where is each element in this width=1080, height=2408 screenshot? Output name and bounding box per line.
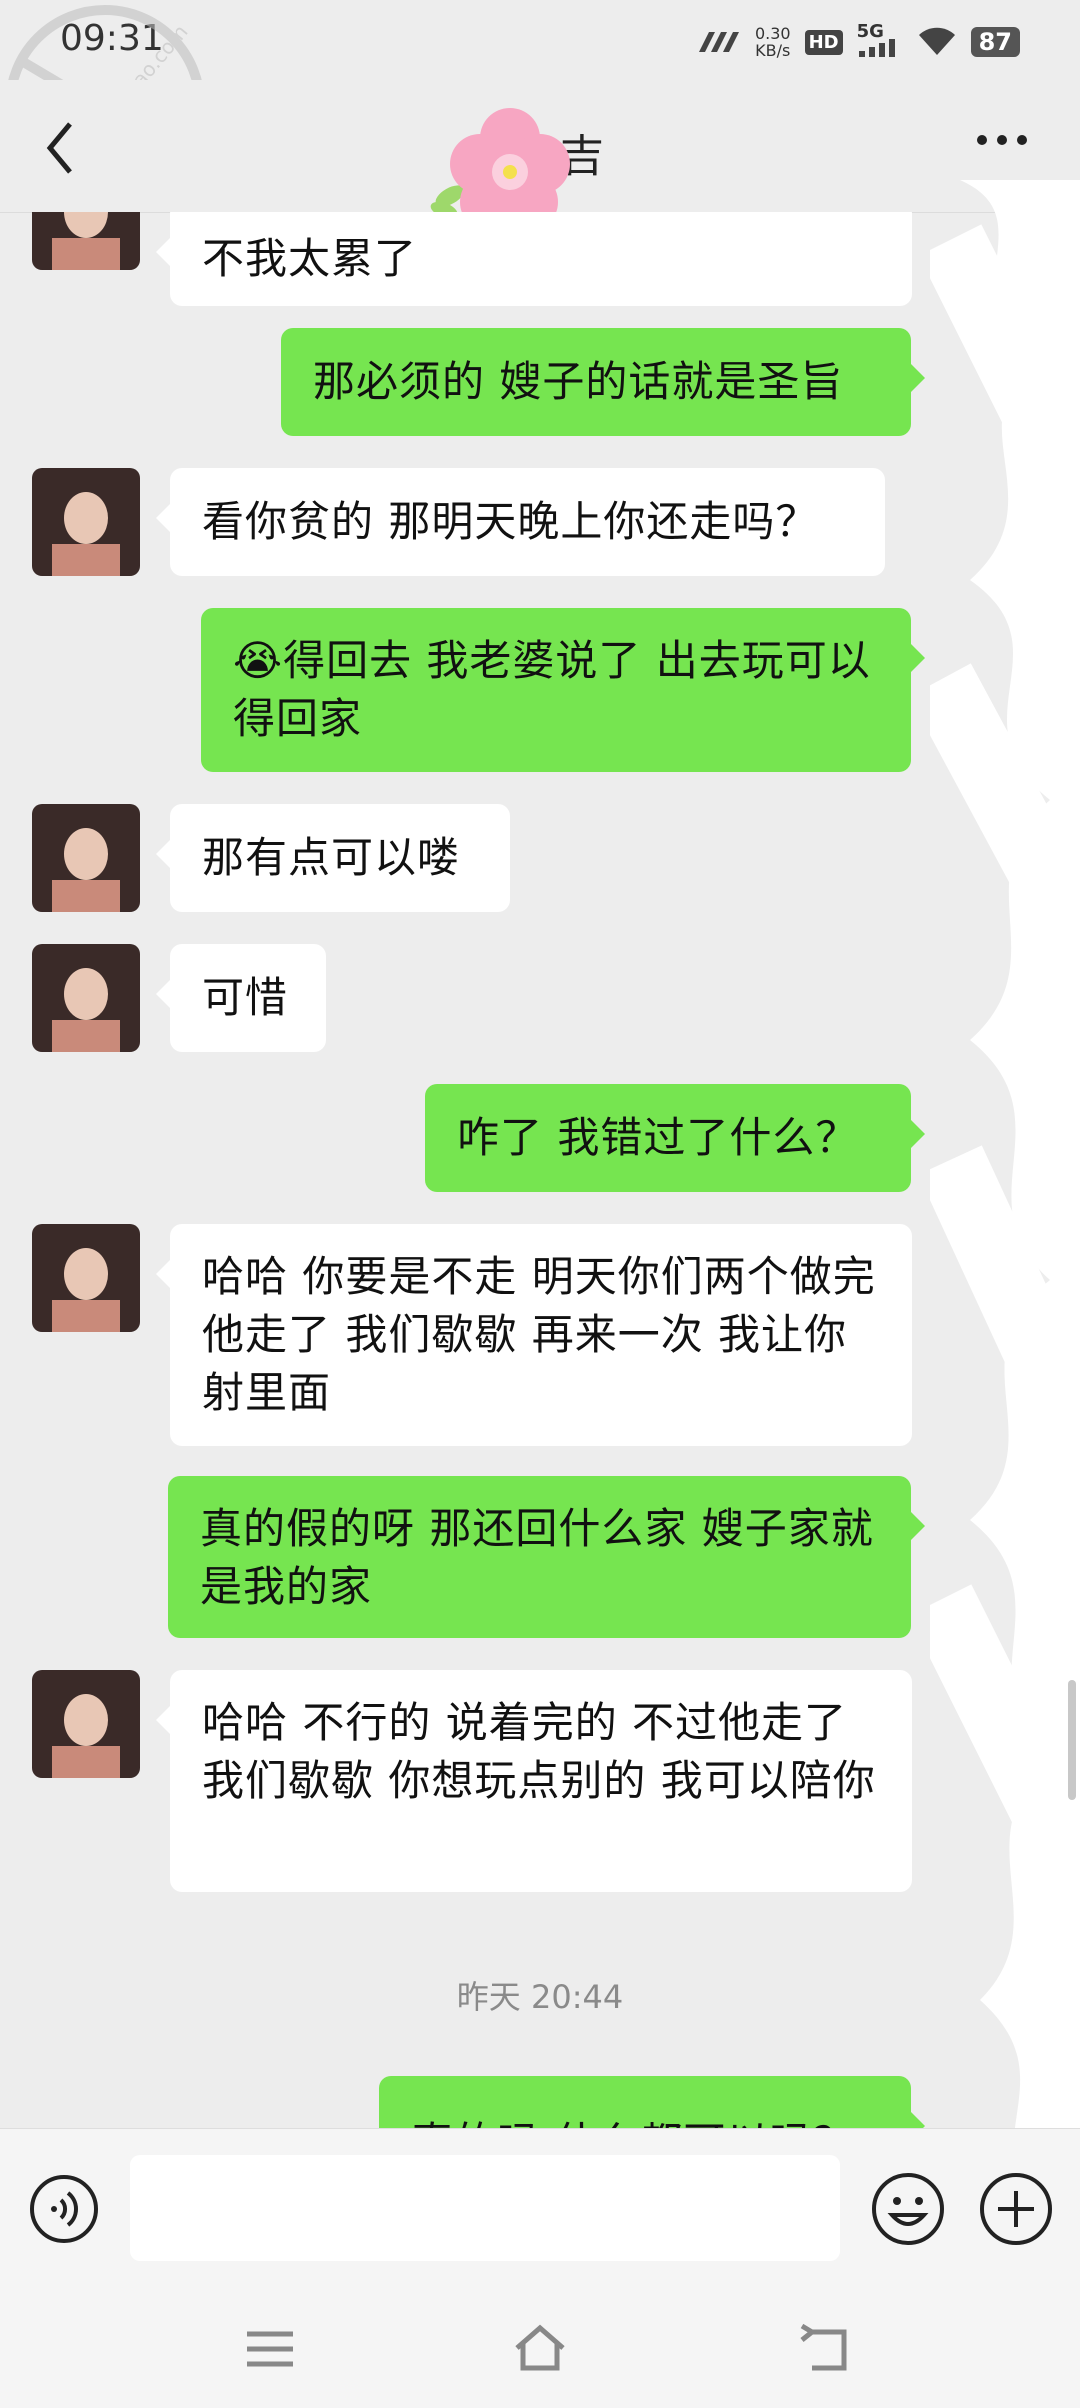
- hd-badge: HD: [804, 29, 843, 55]
- message-bubble-incoming[interactable]: 不我太累了: [156, 212, 912, 306]
- message-bubble-outgoing[interactable]: 那必须的 嫂子的话就是圣旨: [281, 328, 925, 436]
- message-text: 真的假的呀 那还回什么家 嫂子家就是我的家: [200, 1504, 874, 1611]
- message-text: 那必须的 嫂子的话就是圣旨: [313, 357, 844, 406]
- cell-signal-icon: [858, 39, 895, 57]
- contact-avatar[interactable]: [32, 468, 140, 576]
- system-nav-bar: [0, 2288, 1080, 2408]
- contact-avatar[interactable]: [32, 804, 140, 912]
- message-input[interactable]: [130, 2155, 840, 2261]
- plus-icon[interactable]: [978, 2171, 1054, 2247]
- message-bubble-outgoing[interactable]: 咋了 我错过了什么？: [425, 1084, 925, 1192]
- message-bubble-incoming[interactable]: 那有点可以喽: [156, 804, 510, 912]
- scrollbar-thumb[interactable]: [1068, 1680, 1076, 1800]
- privacy-scribble: [930, 180, 1080, 2220]
- home-icon[interactable]: [513, 2322, 567, 2376]
- message-text: 不我太累了: [202, 234, 418, 283]
- message-bubble-outgoing[interactable]: 真的假的呀 那还回什么家 嫂子家就是我的家: [168, 1476, 925, 1638]
- input-bar: [0, 2128, 1080, 2289]
- menu-icon[interactable]: [243, 2322, 297, 2376]
- voice-icon[interactable]: [28, 2173, 100, 2245]
- battery-level: 87: [970, 27, 1020, 57]
- message-text: 咋了 我错过了什么？: [457, 1113, 859, 1162]
- message-text: 哈哈 你要是不走 明天你们两个做完 他走了 我们歇歇 再来一次 我让你射里面: [202, 1252, 876, 1417]
- message-bubble-incoming[interactable]: 可惜: [156, 944, 326, 1052]
- message-bubble-incoming[interactable]: 看你贫的 那明天晚上你还走吗？: [156, 468, 885, 576]
- contact-avatar[interactable]: [32, 1670, 140, 1778]
- message-text: 真的吗 什么都可以吗？: [411, 2118, 855, 2128]
- net-speed-value: 0.30: [754, 24, 791, 43]
- contact-avatar[interactable]: [32, 212, 140, 270]
- chat-area[interactable]: 不我太累了 那必须的 嫂子的话就是圣旨 看你贫的 那明天晚上你还走吗？ 😭得回去…: [0, 212, 1080, 2128]
- back-icon[interactable]: [798, 2322, 852, 2376]
- wifi-icon: [918, 27, 955, 55]
- emoji-icon[interactable]: [870, 2171, 946, 2247]
- contact-avatar[interactable]: [32, 1224, 140, 1332]
- message-bubble-outgoing[interactable]: 😭得回去 我老婆说了 出去玩可以 得回家: [201, 608, 925, 772]
- net-speed-unit: KB/s: [755, 41, 791, 60]
- message-text: 那有点可以喽: [202, 833, 461, 882]
- message-text: 哈哈 不行的 说着完的 不过他走了 我们歇歇 你想玩点别的 我可以陪你: [202, 1698, 876, 1805]
- message-text: 得回去 我老婆说了 出去玩可以 得回家: [233, 636, 871, 743]
- message-text: 可惜: [202, 973, 289, 1022]
- data-signal-icon: [698, 32, 739, 52]
- chevron-left-icon[interactable]: [40, 118, 80, 178]
- message-bubble-incoming[interactable]: 哈哈 不行的 说着完的 不过他走了 我们歇歇 你想玩点别的 我可以陪你: [156, 1670, 912, 1892]
- cell-signal: 5G: [857, 21, 903, 59]
- more-dots-icon[interactable]: [972, 120, 1032, 160]
- net-speed: 0.30 KB/s: [755, 25, 791, 59]
- message-bubble-outgoing[interactable]: 真的吗 什么都可以吗？: [379, 2076, 925, 2128]
- status-icons: 0.30 KB/s HD 5G 87: [695, 21, 1020, 62]
- message-bubble-incoming[interactable]: 哈哈 你要是不走 明天你们两个做完 他走了 我们歇歇 再来一次 我让你射里面: [156, 1224, 912, 1446]
- crying-emoji-icon: 😭: [233, 636, 284, 685]
- message-timestamp: 昨天 20:44: [456, 1978, 624, 2016]
- chat-header: 吉: [0, 80, 1080, 232]
- message-text: 看你贫的 那明天晚上你还走吗？: [202, 497, 819, 546]
- contact-avatar[interactable]: [32, 944, 140, 1052]
